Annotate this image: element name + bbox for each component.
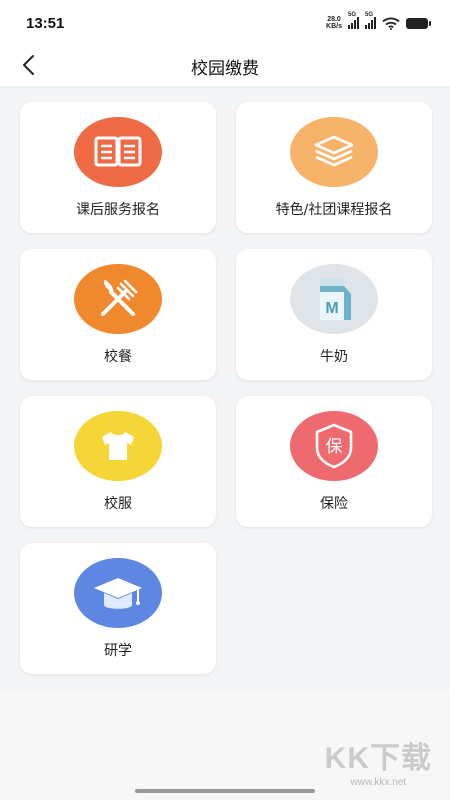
signal-label: 5G [348,12,357,18]
service-card-club-courses[interactable]: 特色/社团课程报名 [236,102,432,233]
fork-knife-icon [74,264,162,334]
watermark-url: www.kkx.net [350,777,407,788]
wifi-icon [382,17,400,30]
status-bar: 13:51 28.0 KB/s 5G 5G [0,0,450,46]
network-speed-unit: KB/s [326,23,342,30]
insurance-shield-icon: 保 [290,411,378,481]
network-speed: 28.0 KB/s [326,16,342,30]
service-card-insurance[interactable]: 保 保险 [236,396,432,527]
tshirt-icon [74,411,162,481]
service-label: 特色/社团课程报名 [275,202,393,218]
app-header: 校园缴费 [0,46,450,86]
milk-carton-icon: M [290,264,378,334]
signal-label-2: 5G [365,12,374,18]
service-card-study-tour[interactable]: 研学 [20,543,216,674]
status-icons: 28.0 KB/s 5G 5G [326,12,431,30]
battery-icon [406,17,431,29]
status-time: 13:51 [26,14,65,32]
service-label: 校服 [104,496,132,512]
svg-text:M: M [325,300,338,317]
network-speed-value: 28.0 [327,16,341,23]
service-card-uniform[interactable]: 校服 [20,396,216,527]
service-label: 保险 [320,496,348,512]
graduation-cap-icon [74,558,162,628]
service-card-after-school[interactable]: 课后服务报名 [20,102,216,233]
home-indicator[interactable] [135,789,315,793]
service-label: 课后服务报名 [76,202,160,218]
watermark: KK下载 www.kkx.net [325,733,432,788]
service-label: 校餐 [104,349,132,365]
service-label: 研学 [104,643,132,659]
svg-text:保: 保 [326,437,343,457]
watermark-logo: KK下载 [324,742,432,775]
layers-icon [290,117,378,187]
book-icon [74,117,162,187]
service-label: 牛奶 [320,349,348,365]
service-card-milk[interactable]: M 牛奶 [236,249,432,380]
signal-icon-2: 5G [365,12,376,29]
page-title: 校园缴费 [191,59,259,79]
signal-icon: 5G [348,12,359,29]
service-card-school-meals[interactable]: 校餐 [20,249,216,380]
